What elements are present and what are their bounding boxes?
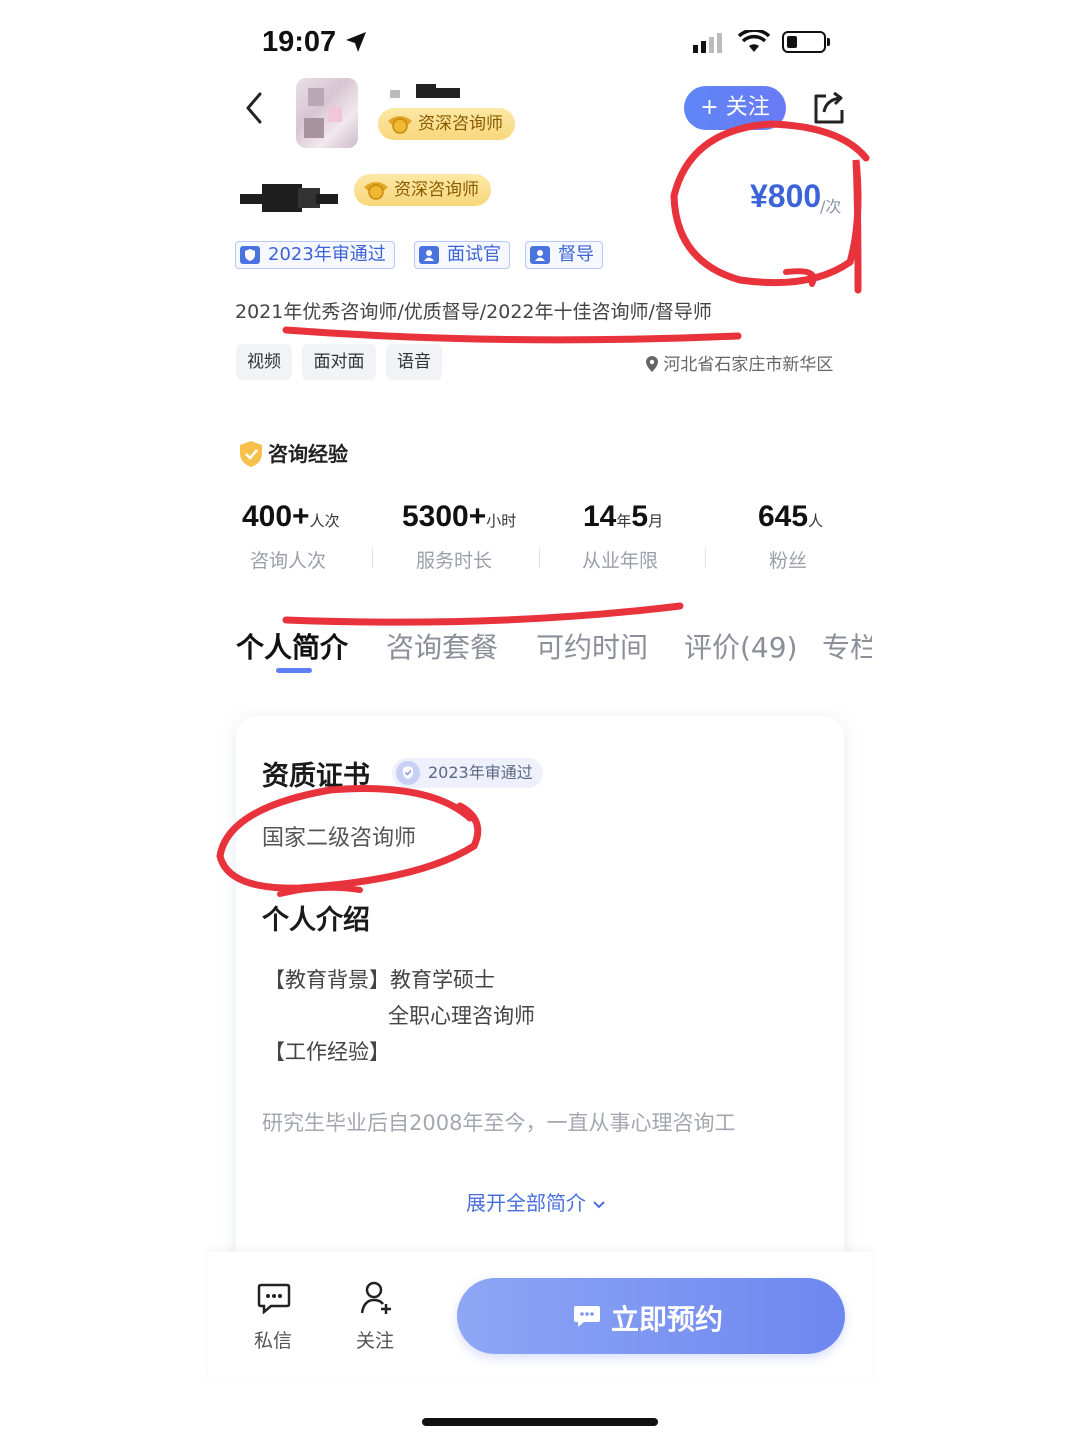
- book-now-button[interactable]: 立即预约: [457, 1278, 845, 1354]
- location-text: 河北省石家庄市新华区: [663, 355, 834, 375]
- badge-label: 资深咨询师: [418, 114, 503, 134]
- audit-tag: 2023年审通过: [235, 241, 395, 269]
- senior-counselor-badge-2: 资深咨询师: [354, 174, 491, 206]
- follow-button[interactable]: + 关注: [684, 86, 786, 130]
- stat-years-value: 14年5月: [583, 500, 664, 533]
- back-chevron-icon[interactable]: [240, 90, 268, 126]
- avatar[interactable]: [296, 78, 358, 148]
- badge-label: 资深咨询师: [394, 180, 479, 200]
- intro-title: 个人介绍: [262, 905, 370, 936]
- honors-text: 2021年优秀咨询师/优质督导/2022年十佳咨询师/督导师: [235, 301, 712, 323]
- follow-user-icon[interactable]: [360, 1280, 394, 1316]
- tab-column[interactable]: 专栏: [822, 626, 872, 666]
- stat-hours-value: 5300+小时: [402, 500, 517, 533]
- battery-icon: [782, 31, 826, 53]
- location-arrow-icon: [346, 32, 366, 52]
- stat-divider: [372, 548, 373, 568]
- tab-reviews[interactable]: 评价(49): [684, 626, 797, 666]
- name-redacted-large: [240, 180, 340, 216]
- audit-pill-label: 2023年审通过: [428, 763, 533, 782]
- tab-indicator: [276, 668, 312, 673]
- tag-label: 2023年审通过: [268, 244, 386, 265]
- message-label[interactable]: 私信: [254, 1326, 292, 1353]
- cert-text: 国家二级咨询师: [262, 826, 417, 851]
- experience-title: 咨询经验: [268, 442, 348, 466]
- signal-icon: [693, 33, 722, 53]
- book-now-label: 立即预约: [611, 1303, 724, 1336]
- name-redacted: [390, 84, 460, 100]
- mode-in-person: 面对面: [302, 344, 376, 380]
- tag-label: 督导: [558, 244, 594, 265]
- senior-counselor-badge: 资深咨询师: [378, 108, 515, 140]
- stat-years-label: 从业年限: [582, 550, 659, 572]
- tab-packages[interactable]: 咨询套餐: [386, 626, 498, 666]
- supervisor-tag: 督导: [525, 241, 603, 269]
- stat-fans-value: 645人: [758, 500, 824, 533]
- status-time: 19:07: [262, 26, 337, 58]
- stat-divider: [705, 548, 706, 568]
- mode-voice: 语音: [386, 344, 442, 380]
- intro-work-heading: 【工作经验】: [264, 1040, 390, 1064]
- location: 河北省石家庄市新华区: [646, 350, 833, 375]
- tag-label: 面试官: [447, 244, 501, 265]
- price-unit: /次: [820, 197, 842, 216]
- home-indicator: [422, 1418, 658, 1426]
- expand-intro-link[interactable]: 展开全部简介: [466, 1187, 606, 1216]
- stat-divider: [539, 548, 540, 568]
- stat-sessions-value: 400+人次: [242, 500, 340, 533]
- stat-hours-label: 服务时长: [416, 550, 493, 572]
- wifi-icon: [738, 30, 770, 52]
- medal-icon: [388, 116, 412, 134]
- intro-education: 【教育背景】教育学硕士: [264, 968, 495, 992]
- mode-video: 视频: [236, 344, 292, 380]
- medal-icon: [364, 182, 388, 200]
- cert-title: 资质证书: [262, 761, 370, 792]
- battery-tip: [827, 38, 830, 46]
- shield-check-icon: [240, 441, 262, 467]
- tab-availability[interactable]: 可约时间: [536, 626, 648, 666]
- intro-preview: 研究生毕业后自2008年至今，一直从事心理咨询工: [262, 1111, 736, 1135]
- chevron-down-icon: [593, 1201, 606, 1209]
- stat-sessions-label: 咨询人次: [250, 550, 327, 572]
- follow-label[interactable]: 关注: [356, 1326, 394, 1353]
- stat-fans-label: 粉丝: [769, 550, 808, 572]
- location-pin-icon: [646, 356, 658, 372]
- intro-role: 全职心理咨询师: [388, 1004, 535, 1028]
- share-icon[interactable]: [810, 90, 846, 126]
- price: ¥800: [750, 178, 822, 214]
- chat-bubble-icon: [574, 1306, 600, 1327]
- message-icon[interactable]: [257, 1282, 291, 1314]
- audit-pill: 2023年审通过: [392, 758, 543, 788]
- tab-intro[interactable]: 个人简介: [236, 626, 348, 666]
- interviewer-tag: 面试官: [414, 241, 510, 269]
